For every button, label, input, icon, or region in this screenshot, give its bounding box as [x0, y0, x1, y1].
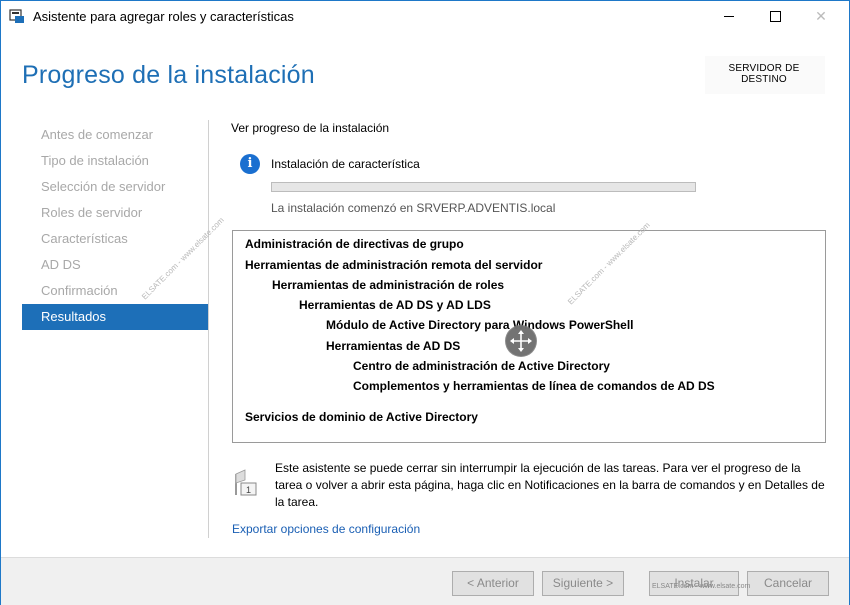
- results-item: Complementos y herramientas de línea de …: [353, 379, 715, 393]
- wizard-nav: Antes de comenzar Tipo de instalación Se…: [22, 122, 208, 330]
- feature-install-label: Instalación de característica: [271, 157, 420, 171]
- maximize-icon: [769, 11, 781, 22]
- minimize-button[interactable]: [706, 1, 752, 32]
- destination-server-label: SERVIDOR DE DESTINO: [728, 63, 800, 85]
- results-item: Herramientas de administración de roles: [272, 278, 505, 292]
- move-cursor-icon: [505, 325, 537, 357]
- page-title: Progreso de la instalación: [22, 61, 315, 89]
- watermark-footer: ELSATE.com - www.elsate.com: [652, 583, 751, 590]
- close-icon: ✕: [815, 8, 827, 24]
- background-task-note: Este asistente se puede cerrar sin inter…: [275, 461, 825, 509]
- export-config-link[interactable]: Exportar opciones de configuración: [232, 522, 420, 536]
- results-item: Administración de directivas de grupo: [245, 237, 464, 251]
- results-item: Servicios de dominio de Active Directory: [245, 410, 478, 424]
- next-button[interactable]: Siguiente >: [542, 571, 624, 596]
- notification-flag-icon: 1: [235, 469, 257, 496]
- nav-item-caracteristicas[interactable]: Características: [22, 226, 208, 252]
- nav-item-resultados[interactable]: Resultados: [22, 304, 208, 330]
- info-icon: i: [240, 154, 260, 174]
- results-item: Herramientas de administración remota de…: [245, 258, 543, 272]
- nav-item-seleccion-de-servidor[interactable]: Selección de servidor: [22, 174, 208, 200]
- results-item: Módulo de Active Directory para Windows …: [326, 318, 634, 332]
- install-started-text: La instalación comenzó en SRVERP.ADVENTI…: [271, 201, 556, 215]
- close-button[interactable]: ✕: [798, 1, 844, 32]
- notification-badge: 1: [246, 485, 251, 495]
- nav-item-antes-de-comenzar[interactable]: Antes de comenzar: [22, 122, 208, 148]
- install-progress-bar: [271, 182, 696, 192]
- nav-item-confirmacion[interactable]: Confirmación: [22, 278, 208, 304]
- results-item: Herramientas de AD DS: [326, 339, 461, 353]
- maximize-button[interactable]: [752, 1, 798, 32]
- cancel-button[interactable]: Cancelar: [747, 571, 829, 596]
- back-button[interactable]: < Anterior: [452, 571, 534, 596]
- wizard-window: Asistente para agregar roles y caracterí…: [0, 0, 850, 605]
- results-item: Herramientas de AD DS y AD LDS: [299, 298, 491, 312]
- nav-item-roles-de-servidor[interactable]: Roles de servidor: [22, 200, 208, 226]
- nav-item-tipo-de-instalacion[interactable]: Tipo de instalación: [22, 148, 208, 174]
- destination-server-panel: SERVIDOR DE DESTINO: [705, 56, 825, 94]
- results-item: Centro de administración de Active Direc…: [353, 359, 610, 373]
- nav-divider: [208, 120, 209, 538]
- view-progress-heading: Ver progreso de la instalación: [231, 121, 390, 135]
- title-bar[interactable]: Asistente para agregar roles y caracterí…: [1, 1, 849, 32]
- server-manager-icon: [9, 9, 24, 23]
- window-title: Asistente para agregar roles y caracterí…: [33, 9, 294, 24]
- minimize-icon: [724, 16, 734, 17]
